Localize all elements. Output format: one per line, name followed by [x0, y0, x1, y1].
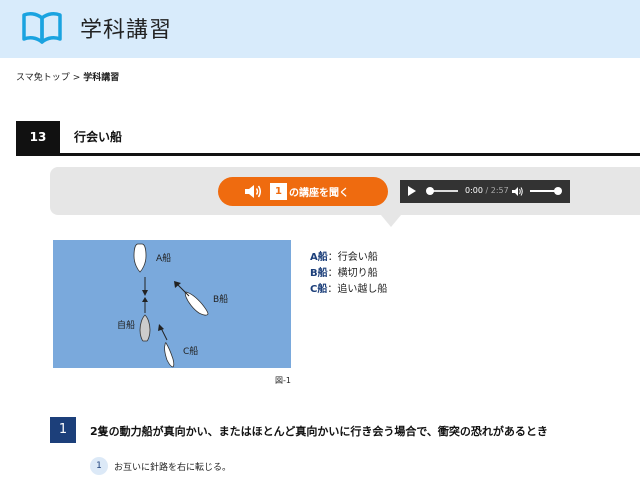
audio-player: 0:00 / 2:57 [400, 180, 570, 203]
ship-a-label: A船 [156, 252, 171, 264]
question-text: 2隻の動力船が真向かい、またはほとんど真向かいに行き会う場合で、衝突の恐れがある… [90, 425, 548, 438]
question-row: 1 2隻の動力船が真向かい、またはほとんど真向かいに行き会う場合で、衝突の恐れが… [50, 417, 640, 443]
listen-lecture-button[interactable]: 1 の講座を聞く [218, 177, 388, 206]
breadcrumb-current: 学科講習 [83, 73, 120, 83]
water-area [53, 240, 291, 368]
lesson-number: 13 [16, 121, 60, 153]
legend-text: ：行会い船 [327, 252, 378, 263]
figure-caption: 図-1 [275, 376, 291, 385]
time-display: 0:00 / 2:57 [465, 186, 509, 195]
breadcrumb-home-link[interactable]: スマ免トップ [16, 73, 70, 83]
legend-item: B船：横切り船 [310, 266, 387, 282]
progress-slider[interactable] [426, 187, 458, 195]
lecture-number: 1 [270, 183, 287, 200]
ship-diagram: A船 自船 B船 C船 [53, 240, 291, 368]
ship-own-label: 自船 [117, 319, 135, 331]
speaker-icon [245, 185, 261, 198]
open-book-icon[interactable] [22, 10, 62, 44]
play-icon[interactable] [408, 186, 416, 196]
ship-b-label: B船 [213, 293, 228, 305]
answer-text: お互いに針路を右に転じる。 [114, 463, 232, 473]
legend-code: A船 [310, 252, 328, 263]
legend-text: ：横切り船 [327, 268, 378, 279]
volume-icon[interactable] [512, 186, 524, 197]
header: 学科講習 [0, 0, 640, 58]
ship-legend: A船：行会い船 B船：横切り船 C船：追い越し船 [310, 250, 387, 298]
progress-thumb[interactable] [426, 187, 434, 195]
lesson-header: 13 行会い船 [16, 121, 640, 156]
legend-code: B船 [310, 268, 328, 279]
duration: 2:57 [490, 186, 509, 195]
volume-thumb[interactable] [554, 187, 562, 195]
answer-number: 1 [90, 457, 108, 475]
legend-text: ：追い越し船 [327, 284, 388, 295]
breadcrumb-separator: > [72, 73, 81, 83]
page-title: 学科講習 [80, 18, 173, 43]
legend-item: A船：行会い船 [310, 250, 387, 266]
volume-slider[interactable] [530, 187, 562, 195]
time-separator: / [485, 186, 489, 195]
ship-c-label: C船 [183, 345, 198, 357]
listen-button-label: の講座を聞く [289, 188, 349, 199]
audio-panel: 1 の講座を聞く 0:00 / 2:57 [50, 167, 640, 227]
lesson-title: 行会い船 [74, 130, 123, 144]
question-number: 1 [50, 417, 76, 443]
breadcrumb: スマ免トップ > 学科講習 [16, 70, 119, 83]
legend-item: C船：追い越し船 [310, 282, 387, 298]
current-time: 0:00 [465, 186, 483, 195]
legend-code: C船 [310, 284, 328, 295]
